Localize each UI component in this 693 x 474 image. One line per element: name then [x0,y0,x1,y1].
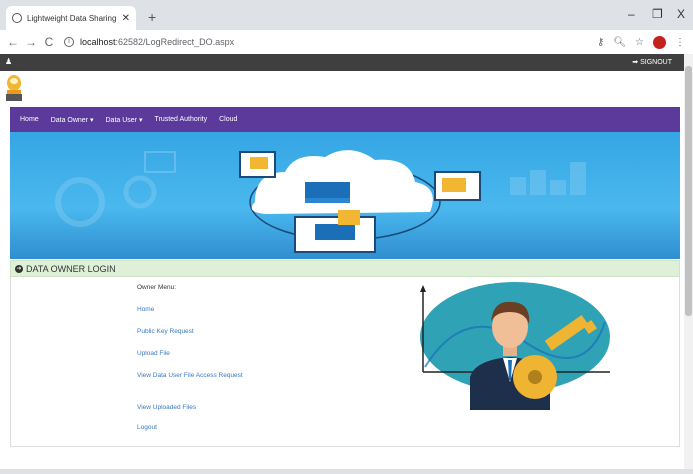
key-icon[interactable]: ⚷ [597,37,604,48]
page-viewport: ♟ ➡ SIGNOUT Home Data Owner ▾ Data User … [0,54,684,469]
main-nav: Home Data Owner ▾ Data User ▾ Trusted Au… [10,107,680,132]
back-icon[interactable]: ← [4,35,22,49]
owner-menu-heading: Owner Menu: [137,284,177,291]
owner-menu-view-access-request[interactable]: View Data User File Access Request [137,372,243,379]
owner-key-illustration [405,282,616,410]
url-field[interactable]: i localhost:62582/LogRedirect_DO.aspx [64,33,597,51]
scrollbar-thumb[interactable] [685,66,692,316]
page-scrollbar[interactable] [684,54,693,469]
browser-tab-strip: Lightweight Data Sharing Schem ✕ + – ❐ X [0,0,693,30]
profile-avatar[interactable] [653,35,666,49]
zoom-icon[interactable]: 🔍︎ [613,37,626,48]
nav-data-owner[interactable]: Data Owner ▾ [51,116,94,124]
signout-label: SIGNOUT [640,59,672,66]
url-path: :62582/LogRedirect_DO.aspx [115,37,235,47]
nav-cloud[interactable]: Cloud [219,116,237,123]
new-tab-button[interactable]: + [148,9,156,25]
circle-arrow-icon: ➜ [15,264,23,273]
close-window-button[interactable]: X [677,7,685,21]
star-icon[interactable]: ☆ [635,37,644,48]
nav-home[interactable]: Home [20,116,39,123]
globe-icon [12,13,22,23]
owner-menu-upload-file[interactable]: Upload File [137,350,170,357]
url-host: localhost [80,37,116,47]
section-header: ➜ DATA OWNER LOGIN [10,260,680,277]
tab-close-icon[interactable]: ✕ [122,13,130,24]
kebab-menu-icon[interactable]: ⋮ [675,37,685,48]
owner-menu-logout[interactable]: Logout [137,424,157,431]
site-logo-icon [6,75,22,101]
browser-tab[interactable]: Lightweight Data Sharing Schem ✕ [6,6,136,30]
reload-icon[interactable]: C [40,35,58,49]
section-title: DATA OWNER LOGIN [26,263,116,274]
owner-menu-public-key-request[interactable]: Public Key Request [137,328,194,335]
user-icon[interactable]: ♟ [5,57,12,66]
nav-data-user[interactable]: Data User ▾ [106,116,143,124]
forward-icon[interactable]: → [22,35,40,49]
cloud-banner-image [10,132,680,259]
owner-menu-view-uploaded-files[interactable]: View Uploaded Files [137,404,196,411]
owner-menu-home[interactable]: Home [137,306,154,313]
top-bar: ♟ ➡ SIGNOUT [0,54,684,71]
maximize-button[interactable]: ❐ [652,7,663,21]
tab-title: Lightweight Data Sharing Schem [27,13,118,23]
nav-trusted-authority[interactable]: Trusted Authority [154,116,207,123]
minimize-button[interactable]: – [628,7,635,21]
info-icon[interactable]: i [64,37,74,47]
address-bar-row: ← → C i localhost:62582/LogRedirect_DO.a… [0,30,693,54]
signout-link[interactable]: ➡ SIGNOUT [632,58,672,66]
